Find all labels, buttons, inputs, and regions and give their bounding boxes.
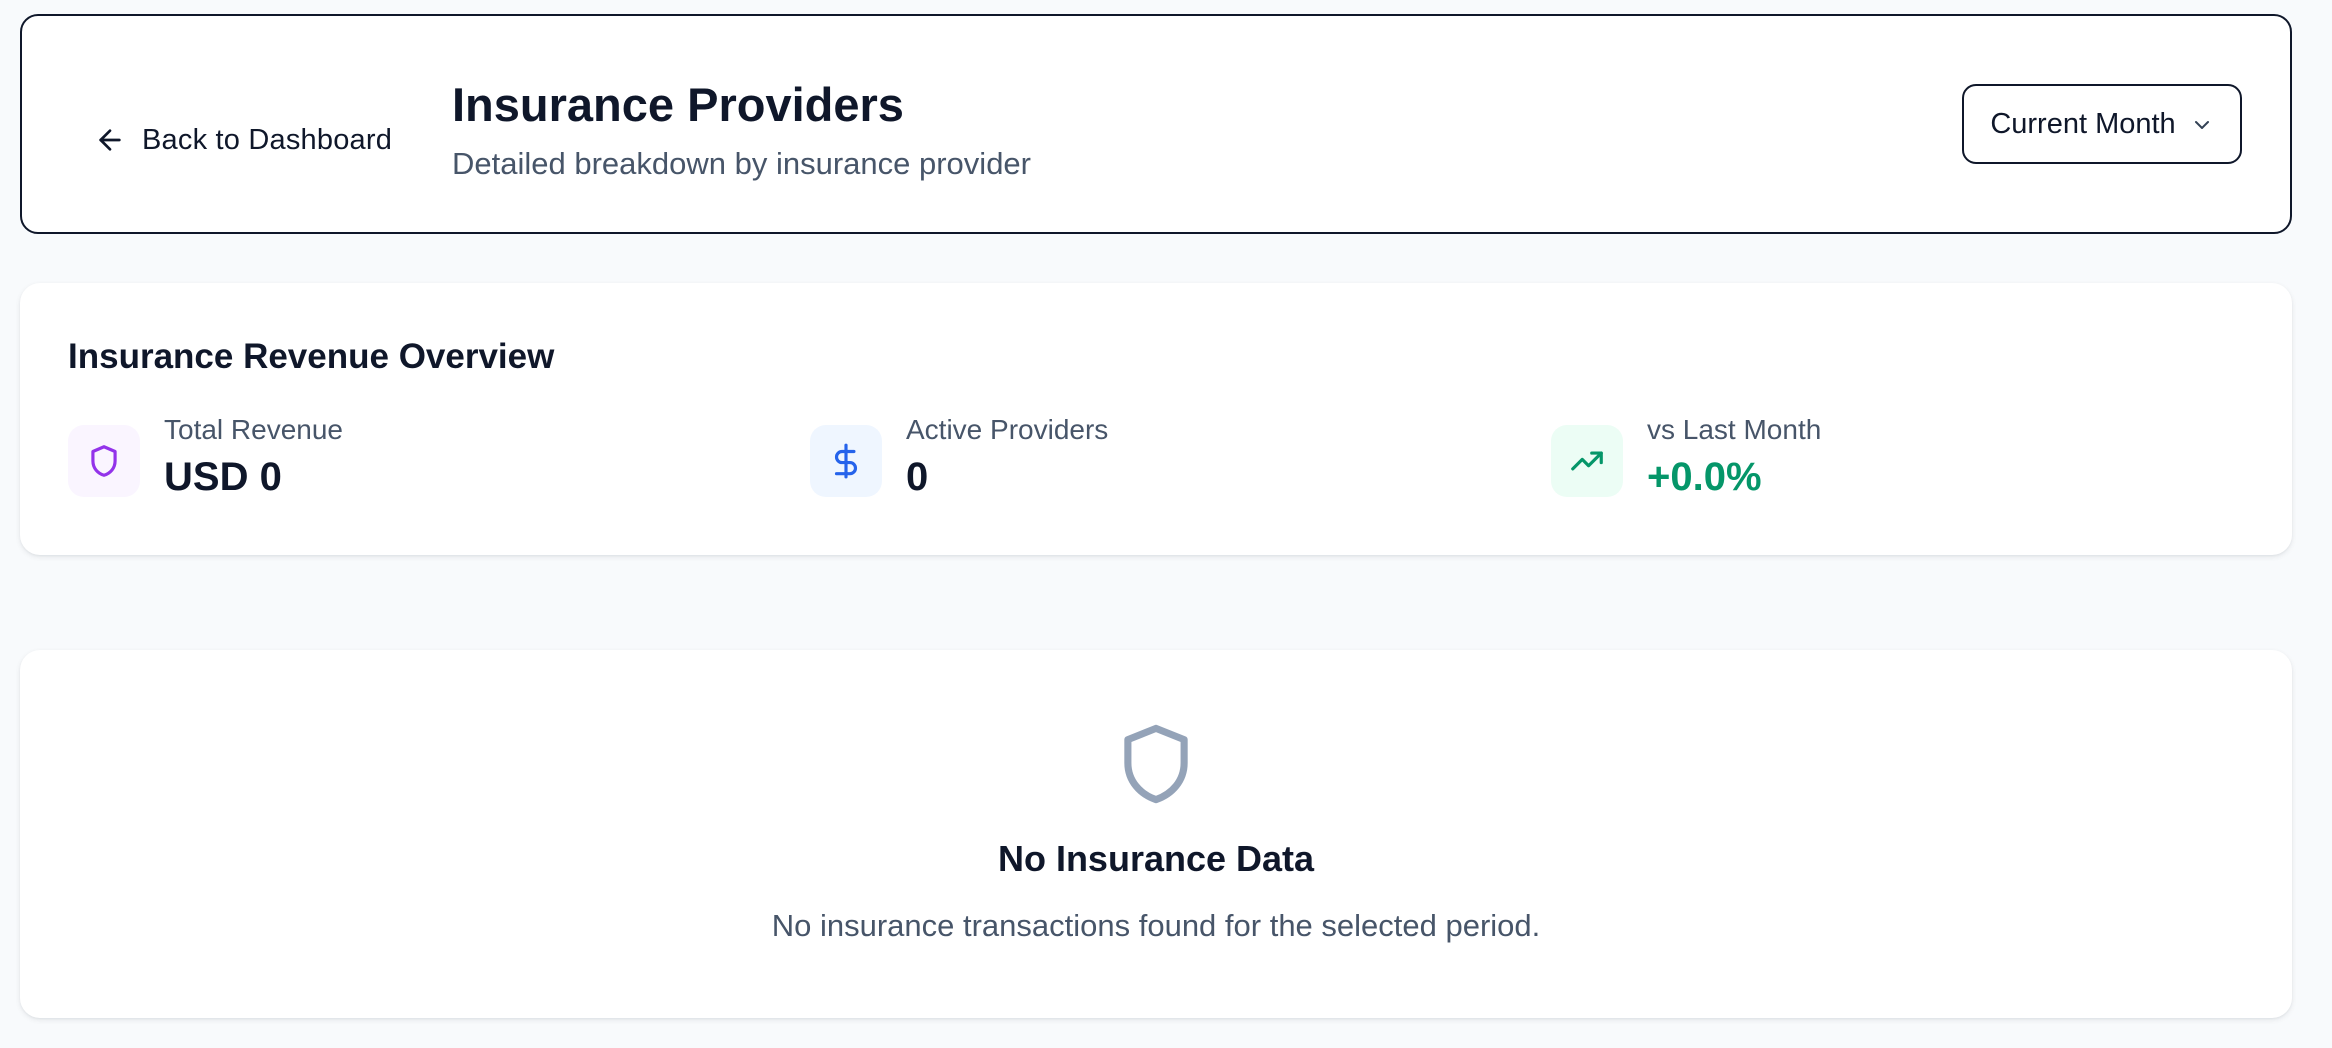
chevron-down-icon bbox=[2194, 121, 2209, 129]
stat-value: 0 bbox=[906, 454, 929, 499]
back-to-dashboard-button[interactable]: Back to Dashboard bbox=[94, 112, 392, 168]
page-title: Insurance Providers bbox=[452, 78, 904, 131]
stat-label: vs Last Month bbox=[1647, 414, 1822, 445]
stat-total-revenue: Total Revenue USD 0 bbox=[68, 413, 343, 501]
back-to-dashboard-label: Back to Dashboard bbox=[142, 123, 393, 156]
empty-state-description: No insurance transactions found for the … bbox=[771, 908, 1541, 943]
empty-state-card: No Insurance Data No insurance transacti… bbox=[20, 650, 2292, 1018]
stat-text: Active Providers 0 bbox=[906, 413, 1108, 501]
page-subtitle: Detailed breakdown by insurance provider bbox=[452, 146, 1031, 182]
period-select-value: Current Month bbox=[1990, 107, 2176, 140]
stat-text: vs Last Month +0.0% bbox=[1647, 413, 1821, 501]
title-block: Insurance Providers Detailed breakdown b… bbox=[452, 78, 1031, 182]
stat-vs-last-month: vs Last Month +0.0% bbox=[1551, 413, 1821, 501]
stat-label: Total Revenue bbox=[164, 414, 344, 445]
page-header: Back to Dashboard Insurance Providers De… bbox=[20, 14, 2292, 234]
shield-icon bbox=[1124, 724, 1188, 804]
stat-active-providers: Active Providers 0 bbox=[810, 413, 1108, 501]
overview-title: Insurance Revenue Overview bbox=[68, 337, 555, 376]
stat-icon-wrapper bbox=[68, 425, 140, 497]
stat-text: Total Revenue USD 0 bbox=[164, 413, 343, 501]
period-select[interactable]: Current Month bbox=[1962, 84, 2242, 164]
empty-state-title: No Insurance Data bbox=[997, 838, 1315, 879]
insurance-revenue-overview-card: Insurance Revenue Overview Total Revenue… bbox=[20, 283, 2292, 555]
stat-icon-wrapper bbox=[810, 425, 882, 497]
stat-value: +0.0% bbox=[1647, 454, 1762, 499]
stat-value: USD 0 bbox=[164, 454, 282, 499]
shield-icon bbox=[91, 445, 117, 477]
stat-icon-wrapper bbox=[1551, 425, 1623, 497]
dollar-icon bbox=[834, 443, 857, 479]
arrow-left-icon bbox=[99, 129, 121, 151]
insurance-providers-page: Back to Dashboard Insurance Providers De… bbox=[0, 0, 2332, 1048]
stat-label: Active Providers bbox=[906, 414, 1109, 445]
trending-up-icon bbox=[1571, 451, 1603, 471]
